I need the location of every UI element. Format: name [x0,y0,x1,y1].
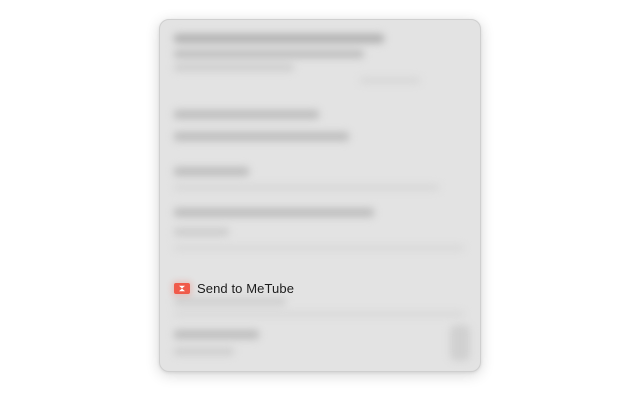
blurred-menu-row [174,330,259,339]
send-to-metube-menu-item[interactable]: Send to MeTube [167,277,300,299]
blurred-menu-row [174,132,349,141]
blurred-menu-row [360,78,420,83]
blurred-menu-row [174,185,439,190]
blurred-menu-row [174,298,286,305]
blurred-menu-row [174,312,464,316]
blurred-menu-row [174,50,364,58]
metube-icon [174,282,190,294]
blurred-menu-content [160,20,480,371]
blurred-menu-row [174,110,319,119]
blurred-menu-row [174,167,249,176]
blurred-menu-row [174,208,374,217]
menu-item-label: Send to MeTube [197,280,295,296]
desktop-background: Send to MeTube [0,0,640,400]
blurred-menu-row [174,348,234,355]
blurred-menu-row [174,64,294,71]
blurred-menu-row [174,246,464,250]
blurred-menu-row [174,228,229,236]
blurred-menu-row [450,325,470,361]
context-menu: Send to MeTube [159,19,481,372]
blurred-menu-row [174,34,384,43]
